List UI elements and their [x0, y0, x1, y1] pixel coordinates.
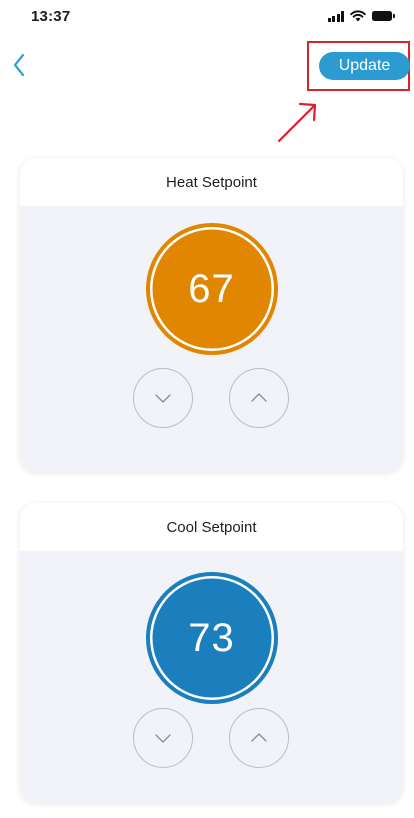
back-chevron-icon[interactable]	[6, 50, 36, 80]
chevron-down-icon	[155, 734, 171, 743]
heat-setpoint-value: 67	[188, 266, 235, 311]
cool-setpoint-title: Cool Setpoint	[20, 503, 403, 551]
heat-setpoint-card: Heat Setpoint 67	[20, 158, 403, 472]
update-button[interactable]: Update	[319, 52, 410, 80]
cool-setpoint-dial: 73	[145, 572, 278, 704]
chevron-up-icon	[251, 393, 267, 402]
cool-setpoint-value: 73	[188, 615, 235, 660]
cool-increase-button[interactable]	[229, 708, 289, 768]
heat-increase-button[interactable]	[229, 368, 289, 428]
cool-setpoint-card: Cool Setpoint 73	[20, 503, 403, 803]
chevron-up-icon	[251, 733, 267, 742]
chevron-down-icon	[155, 394, 171, 403]
battery-icon	[372, 11, 396, 22]
wifi-icon	[350, 10, 366, 22]
heat-setpoint-dial: 67	[145, 223, 278, 355]
heat-setpoint-title: Heat Setpoint	[20, 158, 403, 206]
status-time: 13:37	[31, 8, 71, 25]
heat-decrease-button[interactable]	[133, 368, 193, 428]
annotation-arrow-icon	[277, 102, 317, 143]
status-icons	[327, 10, 397, 22]
cool-decrease-button[interactable]	[133, 708, 193, 768]
status-bar: 13:37	[0, 0, 414, 34]
signal-icon	[327, 11, 344, 22]
